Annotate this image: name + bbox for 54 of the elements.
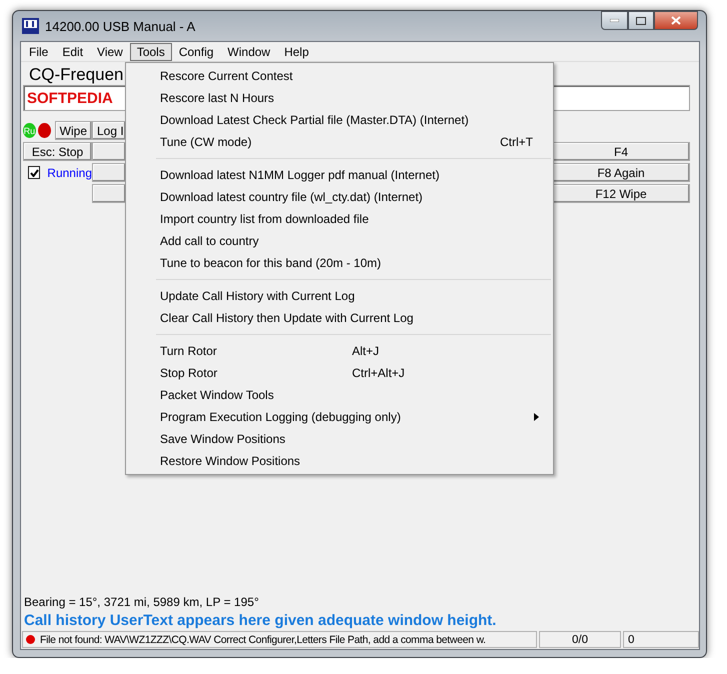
bearing-text: Bearing = 15°, 3721 mi, 5989 km, LP = 195° — [24, 595, 260, 609]
menu-title[interactable]: Edit — [55, 42, 90, 60]
record-indicator-icon — [38, 123, 51, 138]
close-button[interactable] — [654, 11, 698, 30]
maximize-icon — [636, 16, 646, 24]
submenu-arrow-icon — [534, 413, 539, 421]
menu-item[interactable]: Update Call History with Current Log — [126, 285, 553, 307]
menu-item[interactable]: Save Window Positions — [126, 428, 553, 450]
menu-item[interactable]: Restore Window Positions — [126, 450, 553, 472]
menu-item[interactable]: Tune to beacon for this band (20m - 10m) — [126, 252, 553, 274]
menu-item[interactable]: Download latest N1MM Logger pdf manual (Internet) — [126, 164, 553, 186]
status-count: 0/0 — [539, 631, 621, 648]
menu-item[interactable]: Rescore Current Contest — [126, 65, 553, 87]
running-checkbox[interactable] — [28, 166, 40, 179]
user-text: Call history UserText appears here given adequate window height. — [24, 612, 498, 629]
menu-item[interactable]: Stop Rotor Ctrl+Alt+J — [126, 362, 553, 384]
maximize-button[interactable] — [628, 11, 654, 30]
menu-item[interactable]: Import country list from downloaded file — [126, 208, 553, 230]
checkbox-label: Running — [47, 166, 92, 180]
status-indicator: Ru — [23, 123, 36, 138]
menu-item[interactable]: Program Execution Logging (debugging only) — [126, 406, 553, 428]
close-icon — [671, 16, 681, 25]
app-logo-icon — [22, 18, 39, 34]
menu-item[interactable]: Clear Call History then Update with Current Log — [126, 307, 553, 329]
group-label: CQ-Frequen — [29, 65, 124, 85]
function-key-button[interactable]: F4 — [552, 142, 690, 161]
menu-title[interactable]: Window — [220, 42, 278, 60]
menu-title[interactable]: Config — [172, 42, 221, 60]
menu-title[interactable]: Tools — [130, 42, 172, 60]
menu-title[interactable]: View — [90, 42, 130, 60]
error-dot-icon — [26, 635, 35, 644]
function-key-button[interactable] — [92, 142, 126, 161]
window-title: 14200.00 USB Manual - A — [45, 18, 196, 34]
minimize-button[interactable] — [601, 11, 628, 30]
status-value: 0 — [623, 631, 699, 648]
menu-title[interactable]: File — [22, 42, 56, 60]
menu-item[interactable]: Tune (CW mode) Ctrl+T — [126, 131, 553, 153]
log-button[interactable]: Log I — [92, 121, 126, 140]
function-key-button[interactable]: F12 Wipe — [552, 184, 690, 203]
menu-title[interactable]: Help — [277, 42, 316, 60]
check-icon — [30, 168, 39, 176]
function-key-button[interactable] — [92, 184, 126, 203]
minimize-icon — [610, 19, 619, 22]
menu-item[interactable]: Packet Window Tools — [126, 384, 553, 406]
menu-item[interactable]: Add call to country — [126, 230, 553, 252]
function-key-button[interactable] — [92, 163, 126, 182]
menu-item[interactable]: Download Latest Check Partial file (Master.DTA) (Internet) — [126, 109, 553, 131]
function-key-button[interactable]: F8 Again — [552, 163, 690, 182]
menu-item[interactable]: Rescore last N Hours — [126, 87, 553, 109]
menu-item[interactable]: Turn Rotor Alt+J — [126, 340, 553, 362]
wipe-button[interactable]: Wipe — [54, 121, 92, 140]
menu-item[interactable]: Download latest country file (wl_cty.dat) (Internet) — [126, 186, 553, 208]
stop-button[interactable]: Esc: Stop — [23, 142, 92, 161]
status-message: File not found: WAV\WZ1ZZZ\CQ.WAV Correct Configurer,Letters File Path, add a comma between w. — [40, 634, 486, 646]
